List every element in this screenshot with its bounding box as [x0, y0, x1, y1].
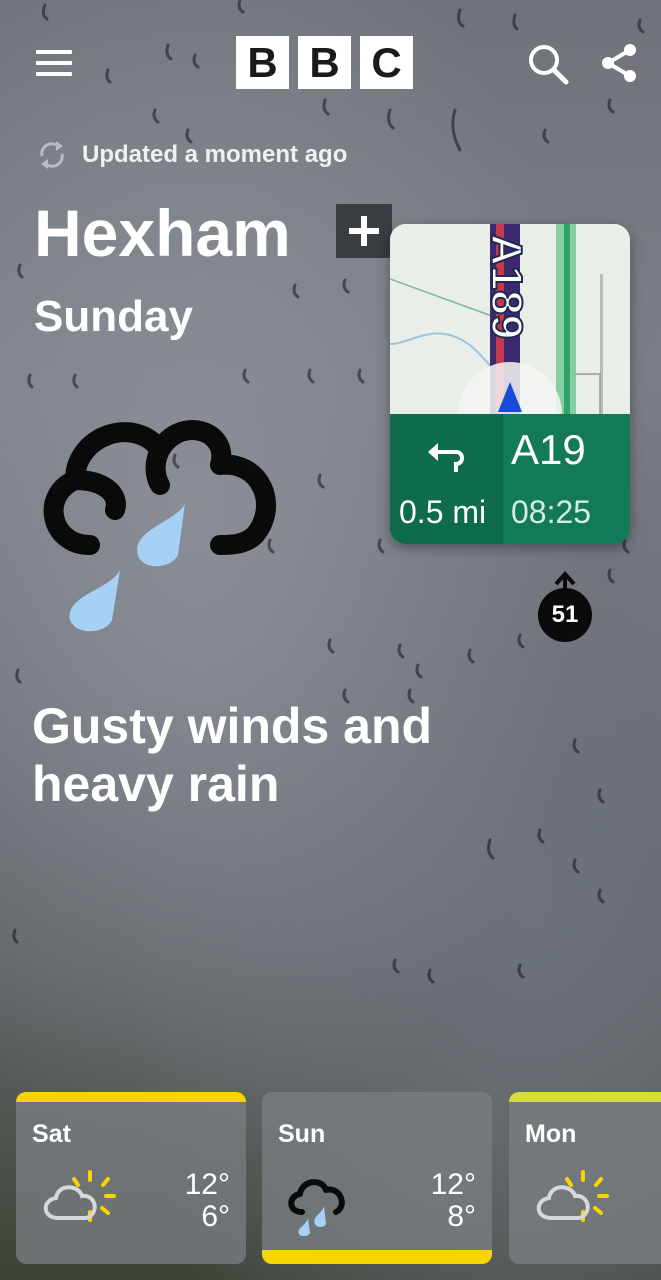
navigation-overlay[interactable]: A189 A19 0.5 mi 08:25	[390, 224, 630, 544]
up-arrow-icon	[554, 571, 576, 590]
turn-left-arrow-icon	[428, 443, 464, 472]
card-accent-bar	[16, 1092, 246, 1102]
sunny-intervals-icon	[536, 1170, 609, 1222]
updated-label: Updated a moment ago	[82, 141, 348, 168]
share-button[interactable]	[598, 42, 640, 84]
logo-letter: B	[298, 36, 351, 89]
card-accent-bar	[509, 1092, 661, 1102]
logo-letter: B	[236, 36, 289, 89]
share-icon	[602, 44, 636, 82]
nav-badge[interactable]: 51	[538, 588, 592, 642]
forecast-high: 12°	[184, 1168, 230, 1201]
forecast-card-sat[interactable]: Sat 12° 6°	[16, 1092, 246, 1264]
forecast-card-mon[interactable]: Mon	[509, 1092, 661, 1264]
menu-line	[36, 72, 72, 76]
forecast-high: 12°	[430, 1168, 476, 1201]
search-icon	[529, 45, 569, 85]
forecast-low: 8°	[447, 1200, 476, 1233]
nav-road: A19	[511, 426, 586, 473]
forecast-low: 6°	[201, 1200, 230, 1233]
location-name: Hexham	[34, 196, 291, 270]
nav-eta: 08:25	[511, 494, 592, 530]
add-location-button[interactable]	[336, 204, 392, 258]
updated-status: Updated a moment ago	[36, 140, 347, 170]
hamburger-menu-button[interactable]	[36, 50, 76, 78]
top-header: B B C	[0, 0, 661, 120]
logo-letter: C	[360, 36, 413, 89]
forecast-strip[interactable]: Sat 12° 6° Sun 12° 8° Mon	[0, 1092, 661, 1280]
map-road-label: A189	[482, 234, 531, 339]
forecast-day: Sun	[278, 1120, 326, 1148]
rain-cloud-icon	[43, 420, 276, 632]
search-button[interactable]	[526, 42, 570, 86]
card-selected-bar	[262, 1250, 492, 1264]
menu-line	[36, 50, 72, 54]
plus-icon	[349, 216, 379, 246]
forecast-card-sun[interactable]: Sun 12° 8°	[262, 1092, 492, 1264]
forecast-day: Sat	[32, 1120, 71, 1148]
nav-map-graphic: A189	[390, 224, 630, 466]
menu-line	[36, 61, 72, 65]
sunny-intervals-icon	[43, 1170, 116, 1222]
nav-instruction-panel: A19 0.5 mi 08:25	[390, 414, 630, 544]
weather-summary: Gusty winds and heavy rain	[32, 698, 433, 812]
current-day: Sunday	[34, 292, 193, 341]
heavy-rain-icon	[288, 1179, 345, 1236]
refresh-icon[interactable]	[36, 140, 68, 170]
nav-distance: 0.5 mi	[399, 494, 487, 530]
bbc-logo[interactable]: B B C	[236, 36, 413, 89]
forecast-day: Mon	[525, 1120, 577, 1148]
nav-map[interactable]: A189	[390, 224, 630, 466]
